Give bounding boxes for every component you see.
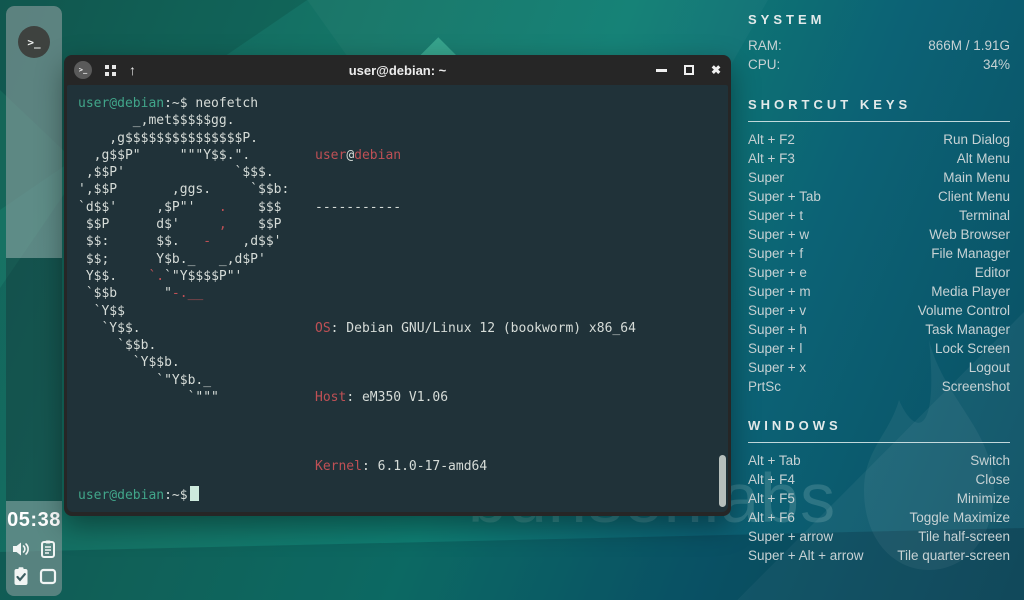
system-row: CPU: 34% — [748, 57, 1010, 72]
shortcut-row: Super + x Logout — [748, 360, 1010, 375]
shortcut-row: Super + e Editor — [748, 265, 1010, 280]
windows-title: WINDOWS — [748, 418, 842, 433]
windows-row: Super + Alt + arrow Tile quarter-screen — [748, 548, 1010, 563]
shortcut-row: Alt + F3 Alt Menu — [748, 151, 1010, 166]
maximize-icon[interactable] — [683, 65, 694, 75]
minimize-icon[interactable] — [655, 68, 667, 72]
clock: 05:38 — [7, 509, 61, 531]
neofetch-userhost: user@debian — [315, 147, 402, 163]
shortcut-row: Super + w Web Browser — [748, 227, 1010, 242]
tint2-panel: >_ 05:38 — [6, 6, 62, 596]
taskbar-terminal-task[interactable]: >_ — [6, 6, 62, 258]
taskbar-empty-space — [6, 258, 62, 501]
windows-rows: Alt + Tab Switch Alt + F4 Close Alt + F5 Mi… — [748, 451, 1010, 565]
command-text: neofetch — [187, 96, 259, 111]
windows-row: Alt + Tab Switch — [748, 453, 1010, 468]
system-tray: 05:38 — [6, 501, 62, 596]
section-divider — [748, 442, 1010, 443]
neofetch-ascii-art: _,met$$$$$gg. ,g$$$$$$$$$$$$$$$P. ,g$$P"… — [78, 113, 290, 406]
all-desktops-icon[interactable] — [105, 64, 116, 76]
shortcut-keys-title: SHORTCUT KEYS — [748, 97, 912, 112]
shortcut-row: Super + t Terminal — [748, 208, 1010, 223]
terminal-icon: >_ — [74, 61, 92, 79]
terminal-icon: >_ — [18, 26, 50, 58]
windows-section: WINDOWS Alt + Tab Switch Alt + F4 Close Al… — [748, 418, 1010, 565]
clipboard-icon[interactable] — [38, 539, 58, 559]
neofetch-info-row: OS: Debian GNU/Linux 12 (bookworm) x86_6… — [315, 320, 636, 336]
shortcut-row: PrtSc Screenshot — [748, 379, 1010, 394]
clipboard-check-icon[interactable] — [11, 566, 31, 586]
prompt-path: :~$ — [164, 96, 188, 111]
close-icon[interactable]: ✖ — [711, 64, 721, 76]
shortcut-row: Super + h Task Manager — [748, 322, 1010, 337]
neofetch-info-row: Kernel: 6.1.0-17-amd64 — [315, 459, 488, 475]
shade-up-icon[interactable]: ↑ — [129, 63, 136, 77]
screen-icon[interactable] — [38, 566, 58, 586]
shortcut-row: Super Main Menu — [748, 170, 1010, 185]
system-rows: RAM: 866M / 1.91G CPU: 34% — [748, 36, 1010, 74]
windows-row: Alt + F4 Close — [748, 472, 1010, 487]
shortcut-rows: Alt + F2 Run Dialog Alt + F3 Alt Menu Supe… — [748, 130, 1010, 396]
windows-row: Super + arrow Tile half-screen — [748, 529, 1010, 544]
terminal-cursor — [189, 486, 199, 501]
shortcut-row: Super + Tab Client Menu — [748, 189, 1010, 204]
command-line: user@debian:~$ neofetch — [78, 95, 728, 112]
shortcut-row: Super + f File Manager — [748, 246, 1010, 261]
terminal-content[interactable]: user@debian:~$ neofetch _,met$$$$$gg. ,g… — [67, 85, 728, 512]
shortcut-row: Alt + F2 Run Dialog — [748, 132, 1010, 147]
prompt-user: user@debian — [78, 96, 165, 111]
system-section-title: SYSTEM — [748, 12, 826, 27]
conky-overlay: SYSTEM RAM: 866M / 1.91G CPU: 34% SHORTCUT… — [748, 12, 1010, 565]
terminal-window: >_ ↑ user@debian: ~ ✖ user@debian:~$ neo… — [64, 55, 731, 516]
window-title: user@debian: ~ — [348, 62, 447, 78]
shortcut-keys-section: SHORTCUT KEYS Alt + F2 Run Dialog Alt + F… — [748, 97, 1010, 396]
shortcut-row: Super + l Lock Screen — [748, 341, 1010, 356]
system-row: RAM: 866M / 1.91G — [748, 38, 1010, 53]
shortcut-row: Super + m Media Player — [748, 284, 1010, 299]
neofetch-info-rows: OS: Debian GNU/Linux 12 (bookworm) x86_6… — [315, 251, 667, 512]
windows-row: Alt + F6 Toggle Maximize — [748, 510, 1010, 525]
neofetch-info: user@debian ----------- OS: Debian GNU/L… — [315, 112, 667, 512]
windows-row: Alt + F5 Minimize — [748, 491, 1010, 506]
shortcut-row: Super + v Volume Control — [748, 303, 1010, 318]
neofetch-divider: ----------- — [315, 199, 402, 215]
neofetch-info-row: Host: eM350 V1.06 — [315, 390, 449, 406]
shell-prompt: user@debian:~$ — [78, 486, 199, 504]
scrollbar-thumb[interactable] — [719, 455, 726, 507]
window-titlebar[interactable]: >_ ↑ user@debian: ~ ✖ — [64, 55, 731, 85]
volume-icon[interactable] — [11, 539, 31, 559]
section-divider — [748, 121, 1010, 122]
